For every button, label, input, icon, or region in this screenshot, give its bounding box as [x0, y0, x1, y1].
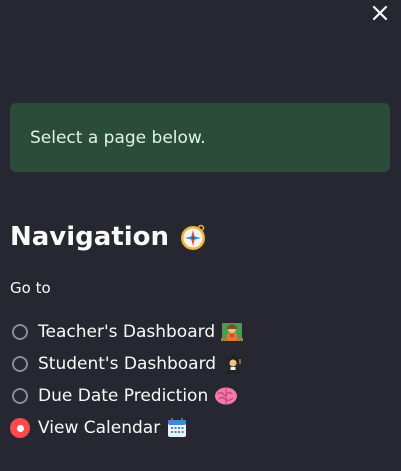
- radio-group-label: Go to: [10, 279, 51, 297]
- student-icon: [222, 353, 244, 375]
- calendar-icon: [166, 417, 188, 439]
- radio-option-text: Due Date Prediction: [38, 386, 209, 406]
- close-sidebar-button[interactable]: [369, 2, 391, 24]
- radio-option-label: View Calendar: [38, 417, 188, 439]
- alert-text: Select a page below.: [30, 127, 206, 148]
- compass-icon: [179, 223, 207, 251]
- teacher-icon: [221, 321, 244, 343]
- radio-option-label: Teacher's Dashboard: [38, 321, 244, 343]
- navigation-heading-text: Navigation: [10, 222, 170, 252]
- radio-option-due-date-prediction[interactable]: Due Date Prediction: [12, 380, 244, 412]
- brain-icon: [214, 385, 238, 407]
- radio-button[interactable]: [12, 388, 28, 404]
- navigation-heading: Navigation: [10, 218, 207, 256]
- radio-button-selected[interactable]: [10, 418, 30, 438]
- radio-option-students-dashboard[interactable]: Student's Dashboard: [12, 348, 244, 380]
- radio-option-label: Due Date Prediction: [38, 385, 238, 407]
- radio-option-teachers-dashboard[interactable]: Teacher's Dashboard: [12, 316, 244, 348]
- close-icon: [372, 5, 388, 21]
- radio-option-view-calendar[interactable]: View Calendar: [10, 412, 244, 444]
- radio-option-text: Teacher's Dashboard: [38, 322, 216, 342]
- radio-option-text: View Calendar: [38, 418, 161, 438]
- sidebar: Select a page below. Navigation Go to Te…: [0, 0, 401, 471]
- info-alert: Select a page below.: [10, 103, 390, 172]
- page-radio-group: Teacher's Dashboard Student's Dashboard: [10, 316, 244, 444]
- radio-button[interactable]: [12, 324, 28, 340]
- radio-option-text: Student's Dashboard: [38, 354, 217, 374]
- radio-button[interactable]: [12, 356, 28, 372]
- radio-option-label: Student's Dashboard: [38, 353, 244, 375]
